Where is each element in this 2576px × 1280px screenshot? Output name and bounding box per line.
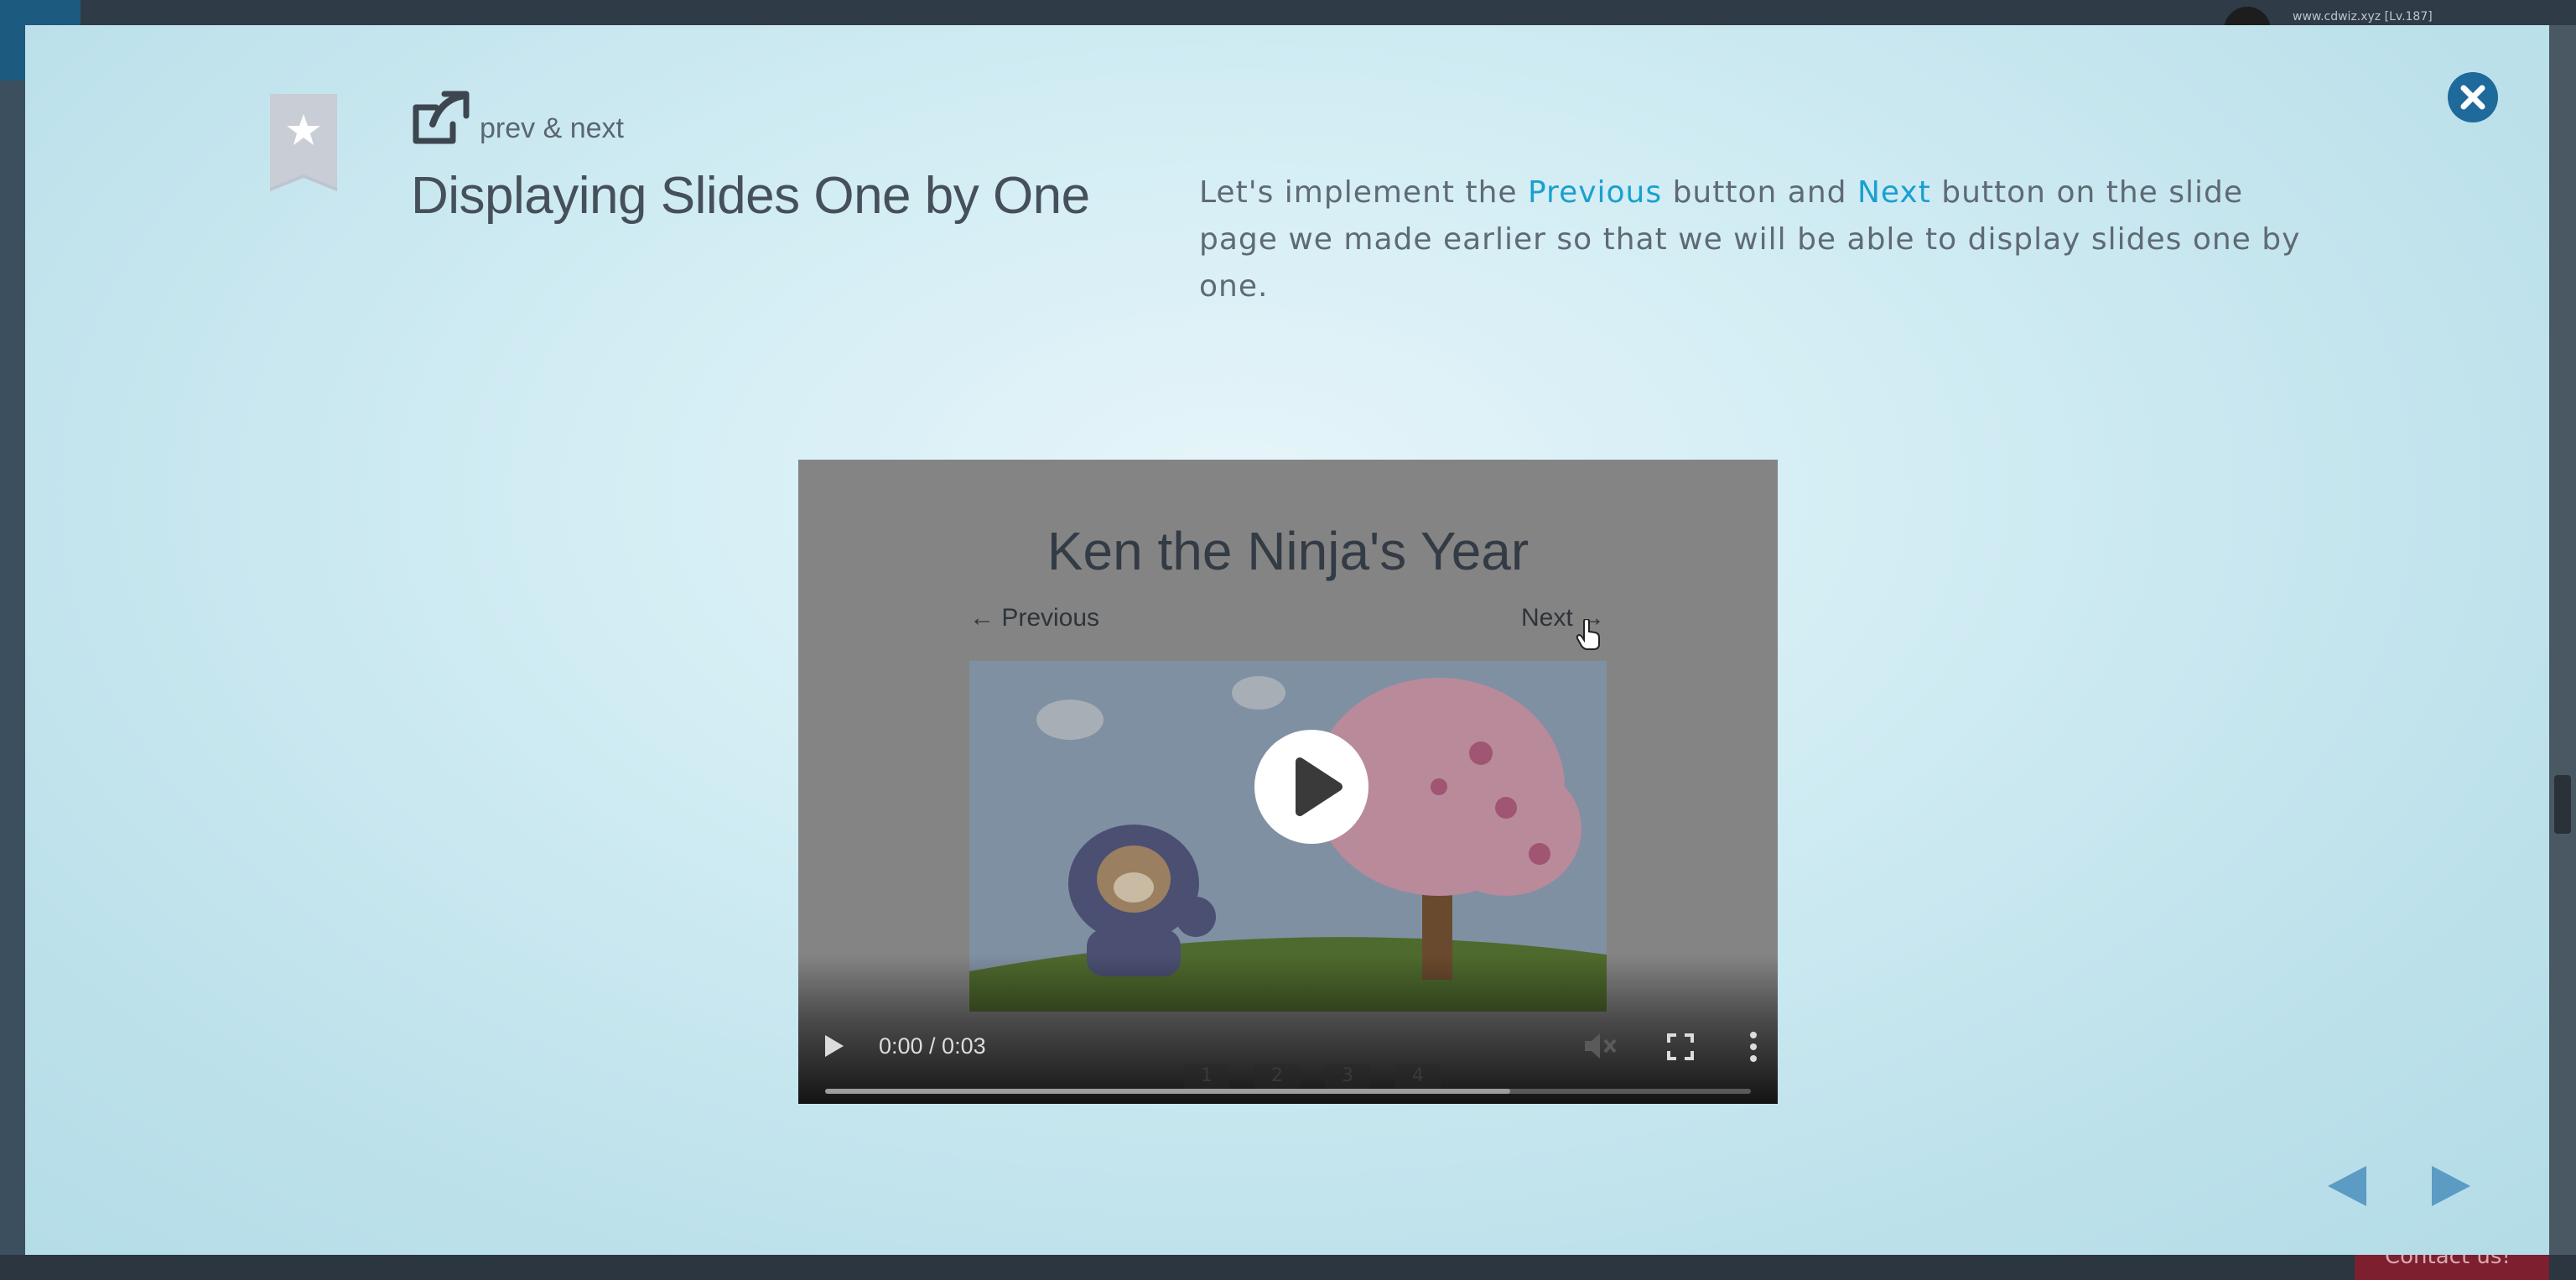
video-progress-bar[interactable] [825, 1089, 1751, 1094]
description-highlight-next: Next [1857, 175, 1931, 210]
lesson-title: Displaying Slides One by One [411, 167, 1090, 225]
background-top-bar [0, 0, 2576, 25]
slide-modal: prev & next Displaying Slides One by One… [25, 25, 2549, 1255]
lesson-subtitle: prev & next [480, 112, 624, 144]
triangle-right-icon[interactable] [2430, 1164, 2472, 1208]
description-highlight-previous: Previous [1527, 175, 1663, 210]
more-vertical-icon[interactable] [1749, 1032, 1758, 1062]
bookmark-star-icon[interactable] [268, 94, 339, 193]
video-time: 0:00 / 0:03 [879, 1033, 986, 1059]
slide-page-number: 2 [1254, 1064, 1300, 1089]
cursor-hand-icon [1576, 619, 1600, 650]
slide-page-number: 3 [1325, 1064, 1370, 1089]
slide-page-number: 1 [1184, 1064, 1229, 1089]
external-link-icon[interactable] [411, 91, 470, 146]
video-player[interactable]: Ken the Ninja's Year ← Previous Next → 1… [798, 460, 1778, 1104]
fullscreen-icon[interactable] [1667, 1033, 1694, 1060]
play-icon [1296, 757, 1343, 816]
volume-muted-icon[interactable] [1583, 1032, 1617, 1060]
page-scrollbar-thumb[interactable] [2554, 775, 2571, 834]
slide-pagination: 1234 [1184, 1064, 1466, 1089]
page-scrollbar[interactable] [2549, 25, 2576, 1255]
user-name: www.cdwiz.xyz [Lv.187] [2293, 10, 2433, 23]
video-progress-fill [825, 1089, 1510, 1094]
slide-page-number: 4 [1395, 1064, 1441, 1089]
triangle-left-icon[interactable] [2326, 1164, 2368, 1208]
slide-previous-link: ← Previous [969, 604, 1100, 632]
big-play-button[interactable] [1254, 730, 1368, 844]
slide-title: Ken the Ninja's Year [1046, 521, 1530, 581]
description-text: Let's implement the [1199, 175, 1528, 210]
close-icon [2460, 85, 2485, 110]
lesson-description: Let's implement the Previous button and … [1199, 169, 2323, 310]
background-bottom-bar [0, 1255, 2576, 1280]
close-button[interactable] [2448, 72, 2498, 122]
play-icon[interactable] [823, 1033, 845, 1059]
description-text: button and [1662, 175, 1857, 210]
